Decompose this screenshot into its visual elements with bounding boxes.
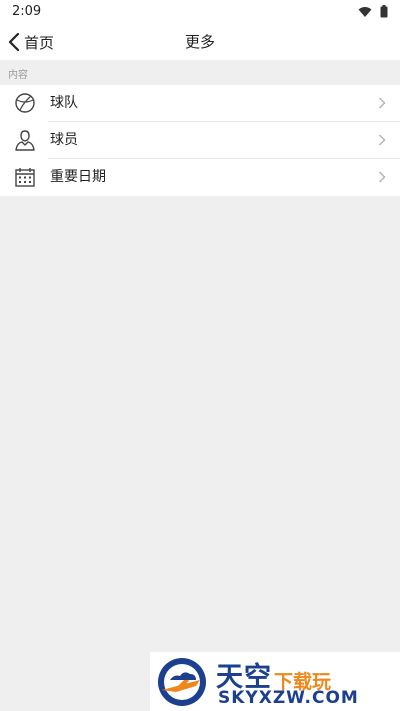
list-item-players[interactable]: 球员 bbox=[0, 122, 400, 159]
page-title: 更多 bbox=[184, 33, 215, 51]
airplane-logo-icon bbox=[158, 658, 206, 706]
back-button[interactable]: 首页 bbox=[8, 24, 54, 60]
section-header: 内容 bbox=[0, 60, 400, 85]
chevron-left-icon bbox=[8, 33, 20, 51]
calendar-icon bbox=[15, 168, 35, 187]
back-button-label: 首页 bbox=[24, 33, 55, 52]
basketball-icon bbox=[15, 93, 35, 113]
chevron-right-icon bbox=[378, 97, 386, 109]
section-header-label: 内容 bbox=[8, 70, 28, 81]
list-item-important-dates[interactable]: 重要日期 bbox=[0, 159, 400, 196]
watermark: 天空 下载玩 SKYXZW.COM bbox=[150, 652, 400, 711]
wifi-icon bbox=[358, 6, 372, 17]
list-item-label: 球队 bbox=[50, 95, 78, 111]
nav-bar: 首页 更多 bbox=[0, 24, 400, 60]
player-icon bbox=[15, 130, 35, 151]
chevron-right-icon bbox=[378, 171, 386, 183]
list-item-label: 重要日期 bbox=[50, 169, 106, 185]
status-icons bbox=[358, 5, 388, 18]
content-list: 球队 球员 重要日期 bbox=[0, 85, 400, 196]
status-bar: 2:09 bbox=[0, 0, 400, 24]
status-time: 2:09 bbox=[12, 4, 42, 19]
list-item-teams[interactable]: 球队 bbox=[0, 85, 400, 122]
watermark-domain: SKYXZW.COM bbox=[218, 688, 359, 708]
battery-icon bbox=[380, 5, 388, 18]
list-item-label: 球员 bbox=[50, 132, 78, 148]
chevron-right-icon bbox=[378, 134, 386, 146]
